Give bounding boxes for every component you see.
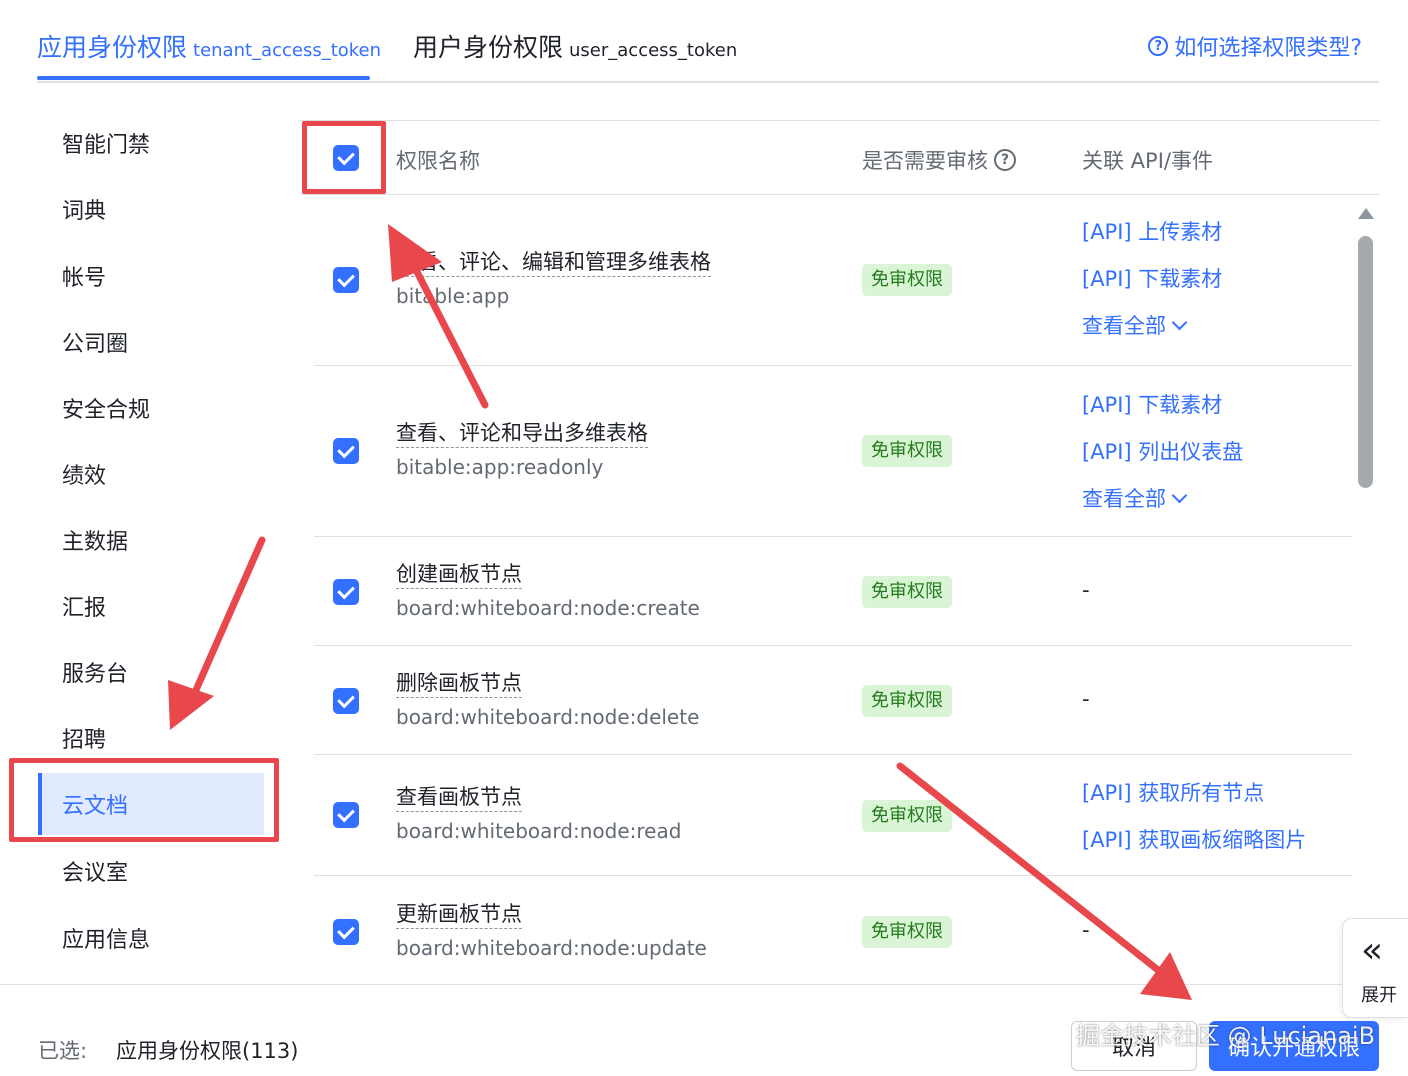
chevron-down-icon: [1171, 314, 1188, 330]
tab-app-label: 应用身份权限: [37, 33, 188, 62]
tab-tenant-access-token[interactable]: 应用身份权限 tenant_access_token: [37, 28, 382, 80]
sidebar-item-hiring[interactable]: 招聘: [38, 707, 264, 769]
permission-title: 更新画板节点: [396, 900, 522, 929]
related-apis: [API] 上传素材 [API] 下载素材 查看全部: [1082, 216, 1222, 340]
table-row: 查看、评论、编辑和管理多维表格 bitable:app 免审权限 [API] 上…: [314, 195, 1352, 366]
api-link[interactable]: [API] 下载素材: [1082, 389, 1243, 436]
review-badge: 免审权限: [862, 800, 952, 832]
view-all-label: 查看全部: [1082, 487, 1166, 511]
column-header-review-label: 是否需要审核: [862, 149, 988, 173]
cancel-button[interactable]: 取消: [1071, 1021, 1197, 1071]
sidebar-item-app-info[interactable]: 应用信息: [38, 907, 264, 969]
api-link[interactable]: [API] 获取所有节点: [1082, 777, 1306, 824]
api-link[interactable]: [API] 上传素材: [1082, 216, 1222, 263]
view-all-link[interactable]: 查看全部: [1082, 310, 1222, 340]
column-header-review: 是否需要审核 ?: [862, 145, 1016, 175]
column-header-related: 关联 API/事件: [1082, 149, 1213, 173]
scroll-up-arrow-icon[interactable]: [1358, 208, 1374, 219]
help-link[interactable]: ? 如何选择权限类型?: [1148, 30, 1362, 62]
expand-panel-button[interactable]: « 展开: [1342, 918, 1408, 1018]
permission-title: 查看画板节点: [396, 783, 522, 812]
related-apis: [API] 获取所有节点 [API] 获取画板缩略图片: [1082, 777, 1306, 871]
tabs-divider: [37, 81, 1379, 83]
sidebar-item-cloud-docs[interactable]: 云文档: [38, 773, 264, 835]
related-apis: [API] 下载素材 [API] 列出仪表盘 查看全部: [1082, 389, 1243, 513]
footer-bar: 已选: 应用身份权限(113) 取消 确认开通权限: [0, 984, 1408, 1076]
review-badge: 免审权限: [862, 576, 952, 608]
view-all-label: 查看全部: [1082, 314, 1166, 338]
permission-key: board:whiteboard:node:delete: [396, 705, 700, 729]
no-related-api: -: [1082, 578, 1090, 602]
permission-type-tabs: 应用身份权限 tenant_access_token 用户身份权限 user_acc…: [0, 0, 1408, 84]
row-checkbox[interactable]: [333, 438, 359, 464]
row-checkbox[interactable]: [333, 267, 359, 293]
chevron-down-icon: [1171, 487, 1188, 503]
sidebar-item-performance[interactable]: 绩效: [38, 443, 264, 505]
table-row: 删除画板节点 board:whiteboard:node:delete 免审权限…: [314, 646, 1352, 755]
select-all-checkbox[interactable]: [333, 145, 359, 171]
tab-user-access-token[interactable]: 用户身份权限 user_access_token: [413, 28, 737, 68]
review-badge: 免审权限: [862, 435, 952, 467]
question-circle-icon[interactable]: ?: [994, 149, 1016, 171]
table-row: 更新画板节点 board:whiteboard:node:update 免审权限…: [314, 876, 1352, 980]
review-badge: 免审权限: [862, 685, 952, 717]
sidebar-item-meeting-room[interactable]: 会议室: [38, 840, 264, 902]
selected-label: 已选:: [38, 1039, 88, 1063]
permission-key: bitable:app: [396, 284, 510, 308]
sidebar-item-helpdesk[interactable]: 服务台: [38, 641, 264, 703]
double-chevron-left-icon: «: [1361, 930, 1384, 971]
row-checkbox[interactable]: [333, 919, 359, 945]
row-checkbox[interactable]: [333, 802, 359, 828]
permission-key: bitable:app:readonly: [396, 455, 604, 479]
review-badge: 免审权限: [862, 916, 952, 948]
table-row: 查看画板节点 board:whiteboard:node:read 免审权限 […: [314, 755, 1352, 876]
sidebar-item-dictionary[interactable]: 词典: [38, 178, 264, 240]
api-link[interactable]: [API] 获取画板缩略图片: [1082, 824, 1306, 871]
expand-label: 展开: [1361, 985, 1397, 1006]
active-tab-underline: [37, 76, 370, 80]
tab-user-sub: user_access_token: [569, 40, 738, 61]
row-checkbox[interactable]: [333, 579, 359, 605]
permission-title: 创建画板节点: [396, 560, 522, 589]
tab-app-sub: tenant_access_token: [193, 40, 382, 61]
column-header-name: 权限名称: [396, 149, 480, 173]
permission-key: board:whiteboard:node:update: [396, 936, 707, 960]
sidebar-item-security-compliance[interactable]: 安全合规: [38, 377, 264, 439]
permission-title: 查看、评论、编辑和管理多维表格: [396, 248, 711, 277]
permission-title: 删除画板节点: [396, 669, 522, 698]
permission-title: 查看、评论和导出多维表格: [396, 419, 648, 448]
no-related-api: -: [1082, 918, 1090, 942]
table-header: 权限名称 是否需要审核 ? 关联 API/事件: [300, 120, 1380, 195]
row-checkbox[interactable]: [333, 688, 359, 714]
review-badge: 免审权限: [862, 264, 952, 296]
selected-value: 应用身份权限(113): [116, 1039, 299, 1063]
view-all-link[interactable]: 查看全部: [1082, 483, 1243, 513]
help-link-text: 如何选择权限类型?: [1174, 36, 1362, 61]
table-row: 创建画板节点 board:whiteboard:node:create 免审权限…: [314, 537, 1352, 646]
permission-key: board:whiteboard:node:read: [396, 819, 682, 843]
permission-key: board:whiteboard:node:create: [396, 596, 700, 620]
sidebar-item-company-circle[interactable]: 公司圈: [38, 311, 264, 373]
sidebar-item-account[interactable]: 帐号: [38, 245, 264, 307]
sidebar-item-report[interactable]: 汇报: [38, 575, 264, 637]
question-circle-icon: ?: [1148, 36, 1169, 56]
sidebar-item-master-data[interactable]: 主数据: [38, 509, 264, 571]
tab-user-label: 用户身份权限: [413, 33, 564, 62]
scrollbar-thumb[interactable]: [1358, 236, 1373, 488]
confirm-enable-permissions-button[interactable]: 确认开通权限: [1209, 1021, 1379, 1071]
api-link[interactable]: [API] 下载素材: [1082, 263, 1222, 310]
no-related-api: -: [1082, 687, 1090, 711]
api-link[interactable]: [API] 列出仪表盘: [1082, 436, 1243, 483]
sidebar-item-smart-access[interactable]: 智能门禁: [38, 112, 264, 174]
permissions-table: 权限名称 是否需要审核 ? 关联 API/事件 查看、评论、编辑和管理多维表格 …: [300, 120, 1380, 980]
table-row: 查看、评论和导出多维表格 bitable:app:readonly 免审权限 […: [314, 366, 1352, 537]
